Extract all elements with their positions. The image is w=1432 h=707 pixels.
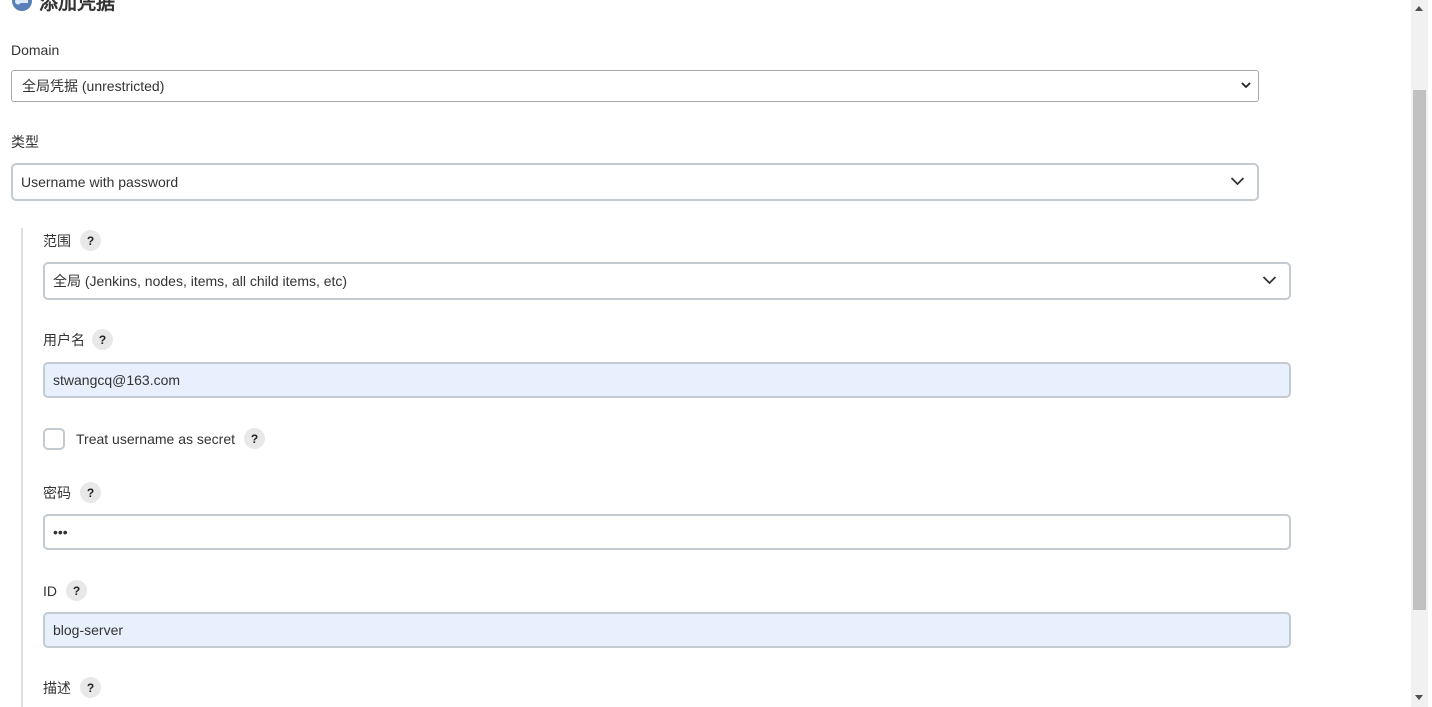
description-label-text: 描述 [43,679,71,696]
scroll-up-icon[interactable] [1415,6,1423,11]
scope-select[interactable]: 全局 (Jenkins, nodes, items, all child ite… [43,262,1291,300]
credentials-key-icon [11,0,33,12]
username-input[interactable]: stwangcq@163.com [43,362,1291,398]
id-input[interactable]: blog-server [43,612,1291,648]
password-input[interactable]: ••• [43,514,1291,550]
scope-label: 范围 ? [43,230,101,251]
username-label-text: 用户名 [43,331,85,348]
chevron-down-icon [1241,82,1251,89]
username-secret-checkbox[interactable] [43,428,65,450]
id-label-text: ID [43,582,57,599]
help-icon[interactable]: ? [80,482,101,503]
chevron-down-icon [1230,177,1245,186]
username-secret-label: Treat username as secret ? [76,428,265,449]
chevron-down-icon [1262,276,1277,285]
kind-label: 类型 [11,134,39,150]
scroll-down-icon[interactable] [1415,695,1423,700]
password-label: 密码 ? [43,482,101,503]
help-icon[interactable]: ? [66,580,87,601]
id-label: ID ? [43,580,87,601]
domain-select[interactable]: 全局凭据 (unrestricted) [11,70,1259,102]
scope-select-value: 全局 (Jenkins, nodes, items, all child ite… [53,273,348,289]
help-icon[interactable]: ? [80,677,101,698]
page-title-text: 添加凭据 [39,0,116,14]
scrollbar-thumb[interactable] [1413,90,1426,610]
window-edge [1428,0,1432,707]
kind-select[interactable]: Username with password [11,163,1259,201]
description-label: 描述 ? [43,677,101,698]
domain-select-value: 全局凭据 (unrestricted) [22,78,165,94]
nested-group-rule [21,228,23,707]
domain-label: Domain [11,42,60,58]
kind-select-value: Username with password [21,174,179,190]
password-label-text: 密码 [43,484,71,501]
credential-form: 添加凭据 Domain 全局凭据 (unrestricted) 类型 Usern… [0,0,1411,707]
username-input-value: stwangcq@163.com [53,372,181,388]
page-title: 添加凭据 [11,0,115,14]
username-secret-label-text: Treat username as secret [76,430,235,447]
help-icon[interactable]: ? [80,230,101,251]
scope-label-text: 范围 [43,232,71,249]
username-label: 用户名 ? [43,329,113,350]
vertical-scrollbar[interactable] [1411,0,1428,707]
id-input-value: blog-server [53,622,124,638]
help-icon[interactable]: ? [92,329,113,350]
help-icon[interactable]: ? [244,428,265,449]
password-input-value: ••• [53,524,68,540]
